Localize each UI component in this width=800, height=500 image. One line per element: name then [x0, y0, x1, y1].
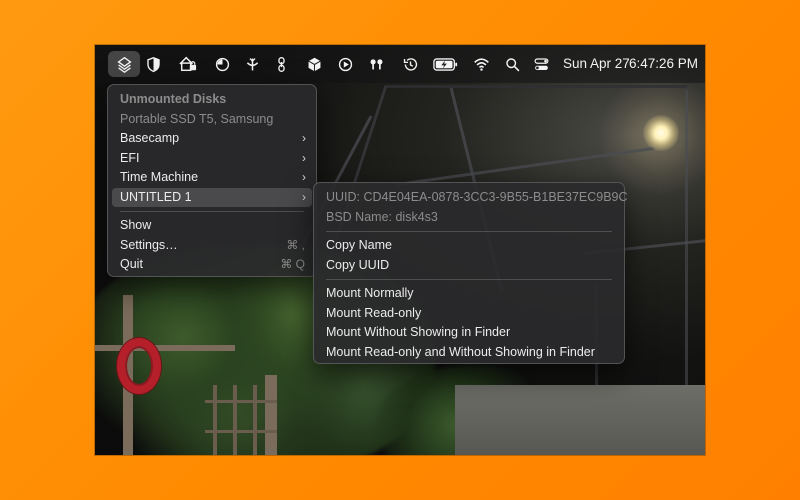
menu-separator: [326, 279, 612, 280]
menu-item-label: Show: [120, 218, 152, 232]
mount-read-only-item[interactable]: Mount Read-only: [314, 304, 624, 324]
chevron-right-icon: ›: [302, 131, 306, 145]
mount-without-finder-item[interactable]: Mount Without Showing in Finder: [314, 323, 624, 343]
battery-charging-icon[interactable]: [432, 54, 460, 74]
time-machine-icon[interactable]: [400, 54, 420, 74]
ferry-anchor-icon[interactable]: [242, 54, 262, 74]
network-lock-icon[interactable]: [176, 54, 200, 74]
menu-item-untitled-1[interactable]: UNTITLED 1 ›: [112, 187, 312, 207]
volume-bsd-name: BSD Name: disk4s3: [326, 209, 438, 224]
control-center-icon[interactable]: [531, 54, 551, 74]
disk-menu: Unmounted Disks Portable SSD T5, Samsung…: [107, 84, 317, 277]
menu-item-label: Quit: [120, 257, 143, 271]
circle-half-icon[interactable]: [212, 54, 232, 74]
mount-normally-item[interactable]: Mount Normally: [314, 284, 624, 304]
mount-read-only-without-finder-item[interactable]: Mount Read-only and Without Showing in F…: [314, 343, 624, 363]
wifi-icon[interactable]: [471, 54, 491, 74]
menu-separator: [326, 231, 612, 232]
chevron-right-icon: ›: [302, 189, 306, 204]
menu-bar: Sun Apr 27 6:47:26 PM: [95, 45, 705, 83]
chain-link-icon[interactable]: [271, 54, 291, 74]
quit-shortcut: ⌘ Q: [280, 257, 305, 271]
copy-uuid-item[interactable]: Copy UUID: [314, 256, 624, 276]
volume-submenu: UUID: CD4E04EA-0878-3CC3-9B55-B1BE37EC9B…: [313, 182, 628, 364]
menu-item-quit[interactable]: Quit ⌘ Q: [108, 255, 316, 275]
chevron-right-icon: ›: [302, 150, 306, 165]
menu-item-label: EFI: [120, 150, 140, 165]
menu-item-time-machine[interactable]: Time Machine ›: [108, 168, 316, 188]
menu-item-settings[interactable]: Settings… ⌘ ,: [108, 236, 316, 256]
menu-item-show[interactable]: Show: [108, 216, 316, 236]
cube-icon[interactable]: [304, 54, 324, 74]
mountain-disk-icon[interactable]: [108, 51, 140, 77]
desktop-screen: Sun Apr 27 6:47:26 PM Unmounted Disks Po…: [95, 45, 705, 455]
device-label: Portable SSD T5, Samsung: [120, 111, 274, 126]
menu-item-label: UNTITLED 1: [120, 189, 192, 204]
shield-icon[interactable]: [143, 54, 163, 74]
menubar-time[interactable]: 6:47:26 PM: [629, 56, 698, 71]
menu-separator: [120, 211, 304, 212]
menu-item-efi[interactable]: EFI ›: [108, 149, 316, 169]
copy-name-item[interactable]: Copy Name: [314, 236, 624, 256]
play-circle-icon[interactable]: [335, 54, 355, 74]
menu-item-label: Settings…: [120, 237, 178, 252]
chevron-right-icon: ›: [302, 170, 306, 184]
spotlight-search-icon[interactable]: [502, 54, 522, 74]
menubar-date[interactable]: Sun Apr 27: [563, 56, 630, 71]
menu-item-label: Basecamp: [120, 131, 180, 145]
airpods-icon[interactable]: [366, 54, 386, 74]
settings-shortcut: ⌘ ,: [286, 237, 305, 252]
menu-item-label: Time Machine: [120, 170, 199, 184]
menu-item-basecamp[interactable]: Basecamp ›: [108, 129, 316, 149]
wreath-decoration: [117, 338, 161, 394]
volume-uuid: UUID: CD4E04EA-0878-3CC3-9B55-B1BE37EC9B…: [326, 190, 628, 204]
unmounted-disks-header: Unmounted Disks: [120, 92, 227, 106]
